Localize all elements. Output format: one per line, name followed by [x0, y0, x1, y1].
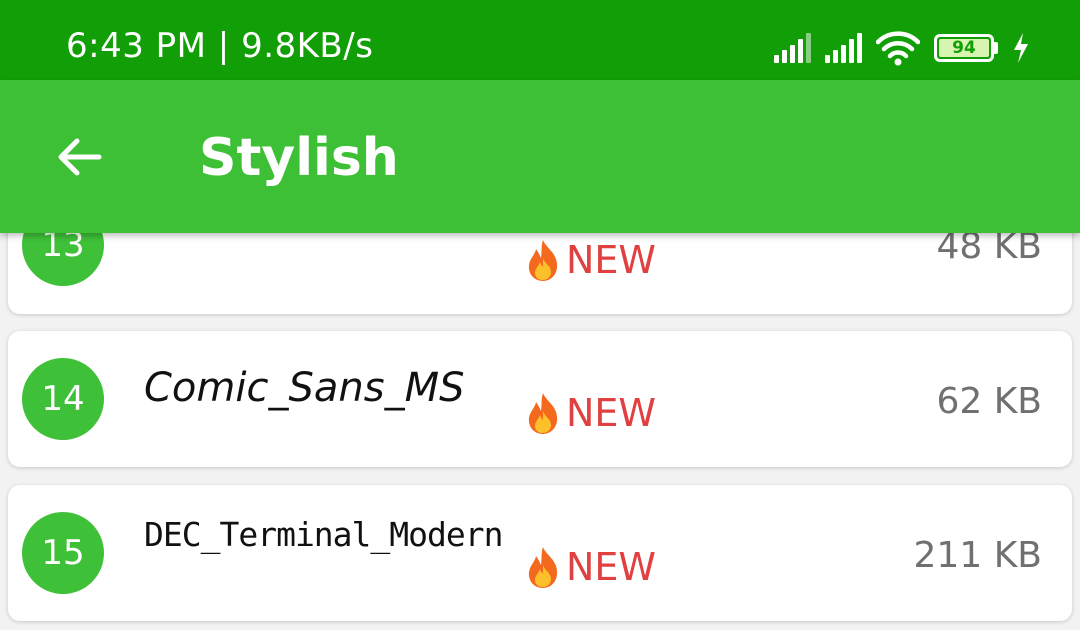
font-name-preview: Comic_Sans_MS — [144, 365, 465, 411]
font-item-14[interactable]: 14 Comic_Sans_MS NEW 62 KB — [8, 331, 1072, 467]
status-time-speed: 6:43 PM | 9.8KB/s — [66, 26, 374, 66]
app-bar: Stylish — [0, 80, 1080, 233]
new-badge: NEW — [524, 391, 656, 435]
fire-icon — [528, 393, 558, 434]
font-name-preview: DEC_Terminal_Modern — [144, 515, 503, 554]
signal-icon — [825, 33, 862, 63]
new-badge-label: NEW — [566, 391, 657, 435]
charging-icon — [1014, 33, 1028, 63]
new-badge-label: NEW — [566, 545, 657, 589]
new-badge: NEW — [524, 545, 656, 589]
signal-icon — [774, 33, 811, 63]
status-bar: 6:43 PM | 9.8KB/s 94 — [0, 0, 1080, 80]
item-number-badge: 14 — [22, 358, 104, 440]
page-title: Stylish — [199, 128, 399, 188]
battery-icon: 94 — [934, 34, 998, 62]
item-number-badge: 15 — [22, 512, 104, 594]
font-item-15[interactable]: 15 DEC_Terminal_Modern NEW 211 KB — [8, 485, 1072, 621]
battery-level: 94 — [939, 39, 989, 57]
new-badge-label: NEW — [566, 238, 657, 282]
file-size: 211 KB — [913, 535, 1042, 576]
fire-icon — [528, 547, 558, 588]
file-size: 62 KB — [936, 381, 1042, 422]
new-badge: NEW — [524, 238, 656, 282]
fire-icon — [528, 240, 558, 281]
arrow-left-icon — [58, 138, 102, 176]
status-icons: 94 — [774, 30, 1030, 66]
wifi-icon — [876, 31, 920, 66]
back-button[interactable] — [46, 124, 112, 190]
